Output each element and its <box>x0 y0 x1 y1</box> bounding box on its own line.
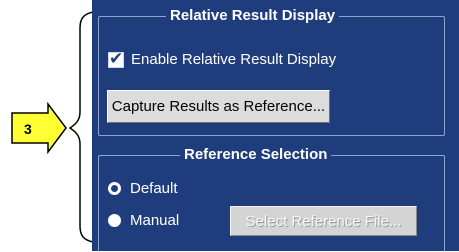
checkmark-icon: ✔ <box>109 48 124 69</box>
callout-arrow-icon <box>11 101 67 155</box>
checkbox-box[interactable]: ✔ <box>108 48 124 69</box>
radio-manual-label: Manual <box>130 212 180 229</box>
enable-relative-result-label: Enable Relative Result Display <box>131 51 337 68</box>
radio-default-label: Default <box>130 180 178 197</box>
reference-selection-title: Reference Selection <box>180 146 332 163</box>
relative-result-title: Relative Result Display <box>166 7 340 24</box>
enable-relative-result-checkbox[interactable]: ✔ Enable Relative Result Display <box>108 48 337 69</box>
callout-annotation <box>11 11 92 243</box>
select-reference-file-button[interactable]: Select Reference File... <box>230 206 417 236</box>
bracket-icon <box>68 11 92 243</box>
callout-number: 3 <box>24 121 32 137</box>
radio-manual-button[interactable] <box>108 214 121 227</box>
radio-manual[interactable]: Manual <box>108 212 179 229</box>
capture-results-button[interactable]: Capture Results as Reference... <box>107 90 330 123</box>
radio-default-button[interactable] <box>108 182 121 195</box>
radio-selected-icon <box>111 185 118 192</box>
reference-selection-group <box>98 155 445 252</box>
radio-default[interactable]: Default <box>108 180 178 197</box>
